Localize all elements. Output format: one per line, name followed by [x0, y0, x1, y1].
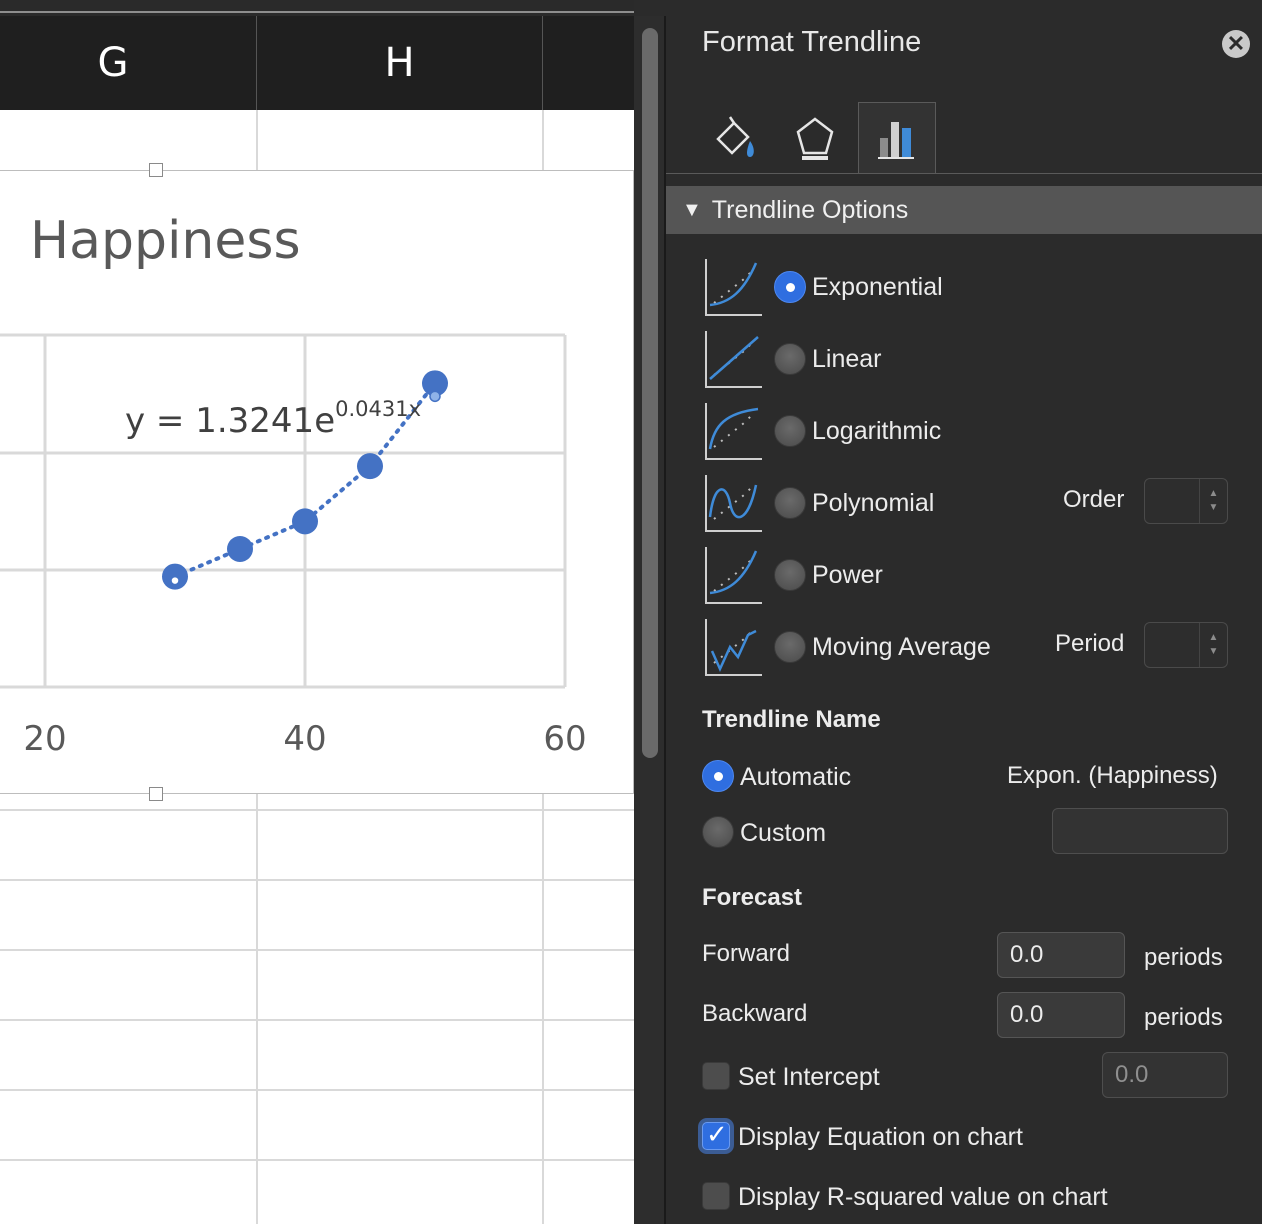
tab-effects[interactable]: [776, 102, 854, 174]
order-stepper[interactable]: ▲ ▼: [1144, 478, 1228, 524]
forward-input[interactable]: 0.0: [997, 932, 1125, 978]
trendline-type-label[interactable]: Polynomial: [812, 489, 934, 518]
radio-moving-average[interactable]: [774, 631, 806, 663]
tab-underline: [666, 173, 1262, 174]
forward-label: Forward: [702, 940, 791, 967]
grid-line: [0, 949, 634, 951]
section-trendline-options[interactable]: ▼ Trendline Options: [666, 186, 1262, 234]
resize-handle-top[interactable]: [149, 163, 163, 177]
intercept-input[interactable]: 0.0: [1102, 1052, 1228, 1098]
disclosure-triangle-icon: ▼: [682, 198, 702, 221]
radio-logarithmic[interactable]: [774, 415, 806, 447]
close-icon[interactable]: ✕: [1222, 30, 1250, 58]
radio-automatic[interactable]: [702, 760, 734, 792]
trendline-name-heading: Trendline Name: [702, 706, 881, 733]
set-intercept-checkbox[interactable]: [702, 1062, 730, 1090]
column-header-row: G H: [0, 16, 634, 110]
display-equation-checkbox[interactable]: [702, 1120, 730, 1150]
stepper-arrows-icon[interactable]: ▲ ▼: [1199, 623, 1227, 667]
trendline-type-logarithmic[interactable]: Logarithmic: [704, 401, 1262, 461]
automatic-label[interactable]: Automatic: [740, 763, 851, 792]
trendline-equation-label[interactable]: y = 1.3241e0.0431x: [125, 397, 421, 441]
column-header-i[interactable]: [543, 16, 634, 110]
display-r-squared-checkbox[interactable]: [702, 1182, 730, 1210]
window-top-bar: [0, 0, 634, 16]
custom-label[interactable]: Custom: [740, 819, 826, 848]
spreadsheet-grid[interactable]: G H Happiness y = 1.3241e0.0431x 20 40 6…: [0, 0, 634, 1224]
radio-custom[interactable]: [702, 816, 734, 848]
x-tick-label: 20: [23, 719, 67, 759]
column-label-g: G: [97, 40, 129, 86]
x-tick-label: 40: [283, 719, 327, 759]
column-header-h[interactable]: H: [257, 16, 543, 110]
trendline-endpoint: [170, 575, 180, 586]
equation-base: y = 1.3241e: [125, 401, 336, 441]
trendline-type-linear[interactable]: Linear: [704, 329, 1262, 389]
grid-line: [0, 1019, 634, 1021]
trendline-type-label[interactable]: Moving Average: [812, 633, 991, 662]
trendline-type-label[interactable]: Linear: [812, 345, 882, 374]
grid-line: [0, 879, 634, 881]
data-point[interactable]: [227, 535, 253, 562]
backward-label: Backward: [702, 1000, 808, 1027]
grid-line: [0, 1159, 634, 1161]
paint-bucket-icon: [716, 116, 754, 157]
column-label-h: H: [384, 40, 415, 86]
trendline-type-label[interactable]: Exponential: [812, 273, 943, 302]
section-label: Trendline Options: [711, 195, 909, 224]
resize-handle-bottom[interactable]: [149, 787, 163, 801]
display-equation-label[interactable]: Display Equation on chart: [738, 1123, 1023, 1152]
trendline-type-power[interactable]: Power: [704, 545, 1262, 605]
tab-fill-line[interactable]: [696, 102, 774, 174]
period-stepper[interactable]: ▲ ▼: [1144, 622, 1228, 668]
logarithmic-trend-icon: [705, 403, 762, 460]
trendline-type-label[interactable]: Power: [812, 561, 883, 590]
trendline-type-label[interactable]: Logarithmic: [812, 417, 941, 446]
column-header-g[interactable]: G: [0, 16, 257, 110]
backward-input[interactable]: 0.0: [997, 992, 1125, 1038]
chart-object[interactable]: Happiness y = 1.3241e0.0431x 20 40 60: [0, 170, 634, 794]
stepper-arrows-icon[interactable]: ▲ ▼: [1199, 479, 1227, 523]
grid-line: [0, 809, 634, 811]
display-r-squared-label[interactable]: Display R-squared value on chart: [738, 1183, 1108, 1212]
radio-exponential[interactable]: [774, 271, 806, 303]
grid-line: [0, 1089, 634, 1091]
set-intercept-label[interactable]: Set Intercept: [738, 1063, 880, 1092]
format-trendline-pane: Format Trendline ✕ ▼ Trendline Options E…: [666, 16, 1262, 1224]
custom-name-field[interactable]: [1052, 808, 1228, 854]
backward-unit: periods: [1144, 1004, 1223, 1031]
moving-average-trend-icon: [705, 619, 762, 676]
pane-title: Format Trendline: [702, 26, 922, 58]
scrollbar-thumb[interactable]: [642, 28, 658, 758]
bar-chart-icon: [878, 121, 914, 159]
equation-exponent: 0.0431x: [335, 397, 422, 421]
tab-trendline-options[interactable]: [858, 102, 936, 174]
polynomial-trend-icon: [705, 475, 762, 532]
pentagon-icon: [796, 117, 834, 160]
plot-area[interactable]: [0, 171, 634, 795]
linear-trend-icon: [705, 331, 762, 388]
order-label: Order: [1063, 486, 1125, 513]
exponential-trend-icon: [705, 259, 762, 316]
x-tick-label: 60: [543, 719, 587, 759]
data-point[interactable]: [357, 453, 383, 480]
trendline-type-exponential[interactable]: Exponential: [704, 257, 1262, 317]
power-trend-icon: [705, 547, 762, 604]
data-point[interactable]: [292, 508, 318, 535]
period-label: Period: [1055, 630, 1125, 657]
automatic-name-value: Expon. (Happiness): [1007, 762, 1218, 789]
radio-linear[interactable]: [774, 343, 806, 375]
forward-unit: periods: [1144, 944, 1223, 971]
radio-polynomial[interactable]: [774, 487, 806, 519]
forecast-heading: Forecast: [702, 884, 803, 911]
trendline-endpoint: [429, 390, 441, 403]
radio-power[interactable]: [774, 559, 806, 591]
